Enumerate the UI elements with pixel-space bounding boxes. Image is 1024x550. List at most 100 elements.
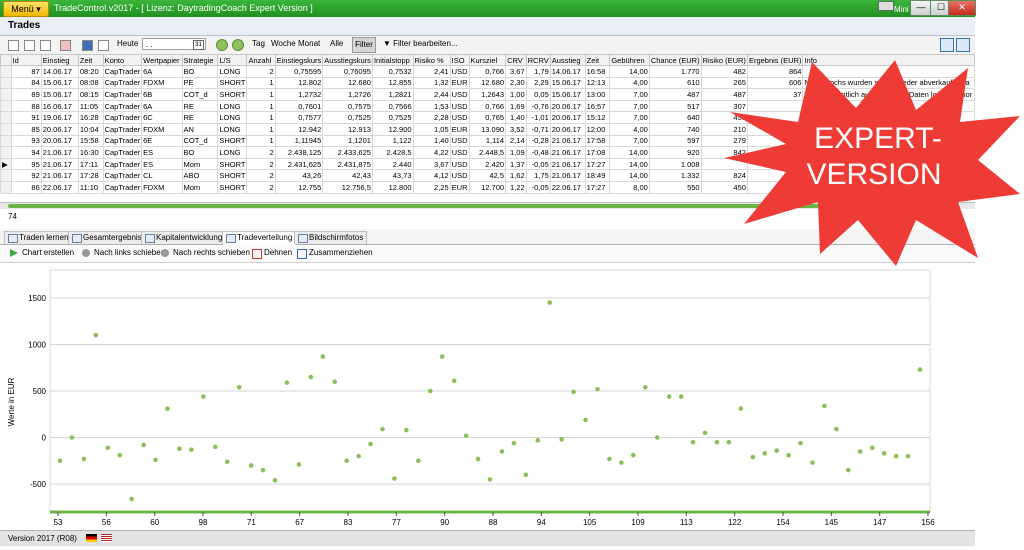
woche-button[interactable]: Woche bbox=[271, 39, 296, 48]
table-cell[interactable]: 12:13 bbox=[584, 76, 611, 90]
column-header[interactable]: Anzahl bbox=[246, 54, 276, 66]
table-cell[interactable]: 1,11945 bbox=[274, 134, 324, 148]
table-cell[interactable]: 4,22 bbox=[412, 146, 451, 159]
tag-button[interactable]: Tag bbox=[252, 39, 265, 48]
table-cell[interactable]: 6B bbox=[141, 88, 183, 101]
table-cell[interactable]: USD bbox=[449, 88, 470, 101]
table-cell[interactable]: 15.06.17 bbox=[40, 76, 79, 90]
shift-right-button[interactable]: Nach rechts schieben bbox=[161, 248, 250, 257]
close-button[interactable]: ✕ bbox=[948, 0, 976, 16]
table-cell[interactable]: 14.06.17 bbox=[549, 65, 586, 78]
table-cell[interactable]: 12:00 bbox=[584, 122, 611, 136]
table-cell[interactable]: 88 bbox=[10, 99, 42, 113]
table-cell[interactable]: 4,12 bbox=[412, 169, 451, 182]
row-selector[interactable] bbox=[0, 180, 12, 194]
column-header[interactable]: L/S bbox=[217, 54, 248, 66]
table-cell[interactable]: COT_d bbox=[181, 88, 219, 101]
delete-icon[interactable] bbox=[40, 40, 51, 51]
table-cell[interactable]: USD bbox=[449, 134, 470, 148]
table-cell[interactable]: 1,79 bbox=[525, 65, 551, 78]
table-cell[interactable]: 0,75595 bbox=[274, 65, 324, 78]
table-cell[interactable]: EUR bbox=[449, 180, 470, 194]
table-cell[interactable]: 1,2821 bbox=[371, 88, 414, 101]
table-cell[interactable]: 17:08 bbox=[584, 146, 611, 159]
table-cell[interactable]: EUR bbox=[449, 76, 470, 90]
table-cell[interactable]: 0,766 bbox=[468, 99, 507, 113]
table-cell[interactable]: USD bbox=[449, 157, 470, 171]
monat-button[interactable]: Monat bbox=[298, 39, 320, 48]
table-cell[interactable]: 8,00 bbox=[609, 180, 650, 194]
table-cell[interactable]: COT_d bbox=[181, 134, 219, 148]
table-cell[interactable]: USD bbox=[449, 65, 470, 78]
table-cell[interactable]: 87 bbox=[10, 65, 42, 78]
table-cell[interactable]: 20.06.17 bbox=[549, 122, 586, 136]
table-cell[interactable]: CapTrader bbox=[102, 76, 143, 90]
table-cell[interactable]: 0,7525 bbox=[371, 111, 414, 124]
table-cell[interactable]: USD bbox=[449, 146, 470, 159]
table-cell[interactable]: 17:11 bbox=[77, 157, 104, 171]
table-cell[interactable]: 550 bbox=[648, 180, 702, 194]
table-cell[interactable]: 2.431,875 bbox=[322, 157, 373, 171]
table-cell[interactable]: 1,40 bbox=[505, 111, 527, 124]
table-cell[interactable]: 12.802 bbox=[274, 76, 324, 90]
table-cell[interactable]: 2,30 bbox=[505, 76, 527, 90]
table-cell[interactable]: ES bbox=[141, 157, 183, 171]
column-header[interactable]: Initialstopp bbox=[371, 54, 414, 66]
table-cell[interactable]: SHORT bbox=[217, 76, 248, 90]
date-input[interactable]: . . 31 bbox=[142, 38, 206, 50]
table-cell[interactable]: LONG bbox=[217, 146, 248, 159]
table-cell[interactable]: 12.855 bbox=[371, 76, 414, 90]
table-cell[interactable]: 19.06.17 bbox=[40, 111, 79, 124]
table-cell[interactable]: BO bbox=[181, 65, 219, 78]
table-cell[interactable]: 2,28 bbox=[412, 111, 451, 124]
table-cell[interactable]: 12.800 bbox=[371, 180, 414, 194]
table-cell[interactable]: 0,7601 bbox=[274, 99, 324, 113]
chart-create-button[interactable]: Chart erstellen bbox=[10, 248, 74, 257]
table-cell[interactable]: 21.06.17 bbox=[549, 157, 586, 171]
table-cell[interactable]: FDXM bbox=[141, 180, 183, 194]
table-cell[interactable]: 12.680 bbox=[468, 76, 507, 90]
table-cell[interactable]: 2 bbox=[246, 169, 276, 182]
table-cell[interactable]: USD bbox=[449, 169, 470, 182]
row-selector[interactable] bbox=[0, 134, 12, 148]
table-cell[interactable]: 91 bbox=[10, 111, 42, 124]
table-cell[interactable]: 3,52 bbox=[505, 122, 527, 136]
table-cell[interactable]: 1,32 bbox=[412, 76, 451, 90]
row-selector[interactable] bbox=[0, 146, 12, 159]
table-cell[interactable]: 1 bbox=[246, 122, 276, 136]
table-cell[interactable]: 13:00 bbox=[584, 88, 611, 101]
table-cell[interactable]: 1,62 bbox=[505, 169, 527, 182]
table-cell[interactable]: 1,40 bbox=[412, 134, 451, 148]
table-cell[interactable]: 2.438,125 bbox=[274, 146, 324, 159]
table-cell[interactable]: USD bbox=[449, 111, 470, 124]
table-cell[interactable]: ES bbox=[141, 146, 183, 159]
table-cell[interactable]: 2 bbox=[246, 180, 276, 194]
table-cell[interactable]: SHORT bbox=[217, 88, 248, 101]
mini-mode-button[interactable]: Mini bbox=[876, 1, 910, 16]
table-cell[interactable]: 2,41 bbox=[412, 65, 451, 78]
table-cell[interactable]: 0,7575 bbox=[322, 99, 373, 113]
save-icon[interactable] bbox=[82, 40, 93, 51]
row-selector[interactable]: ▶ bbox=[0, 157, 12, 171]
table-cell[interactable]: 1,2732 bbox=[274, 88, 324, 101]
table-cell[interactable]: 0,7532 bbox=[371, 65, 414, 78]
table-cell[interactable]: FDXM bbox=[141, 76, 183, 90]
table-cell[interactable]: ABO bbox=[181, 169, 219, 182]
table-cell[interactable]: 12.900 bbox=[371, 122, 414, 136]
heute-button[interactable]: Heute bbox=[117, 39, 138, 48]
table-cell[interactable]: 0,76095 bbox=[322, 65, 373, 78]
table-cell[interactable]: 2.428,5 bbox=[371, 146, 414, 159]
row-selector[interactable] bbox=[0, 65, 12, 78]
table-cell[interactable]: AN bbox=[181, 122, 219, 136]
table-cell[interactable]: 740 bbox=[648, 122, 702, 136]
table-cell[interactable]: FDXM bbox=[141, 122, 183, 136]
table-cell[interactable]: 16:58 bbox=[584, 65, 611, 78]
new-icon[interactable] bbox=[8, 40, 19, 51]
table-cell[interactable]: 93 bbox=[10, 134, 42, 148]
table-cell[interactable]: 2.431,625 bbox=[274, 157, 324, 171]
table-cell[interactable]: 20.06.17 bbox=[549, 111, 586, 124]
table-cell[interactable]: -0,48 bbox=[525, 146, 551, 159]
column-header[interactable]: Ausstiegskurs bbox=[322, 54, 373, 66]
table-cell[interactable]: 6E bbox=[141, 134, 183, 148]
table-cell[interactable]: 1 bbox=[246, 134, 276, 148]
